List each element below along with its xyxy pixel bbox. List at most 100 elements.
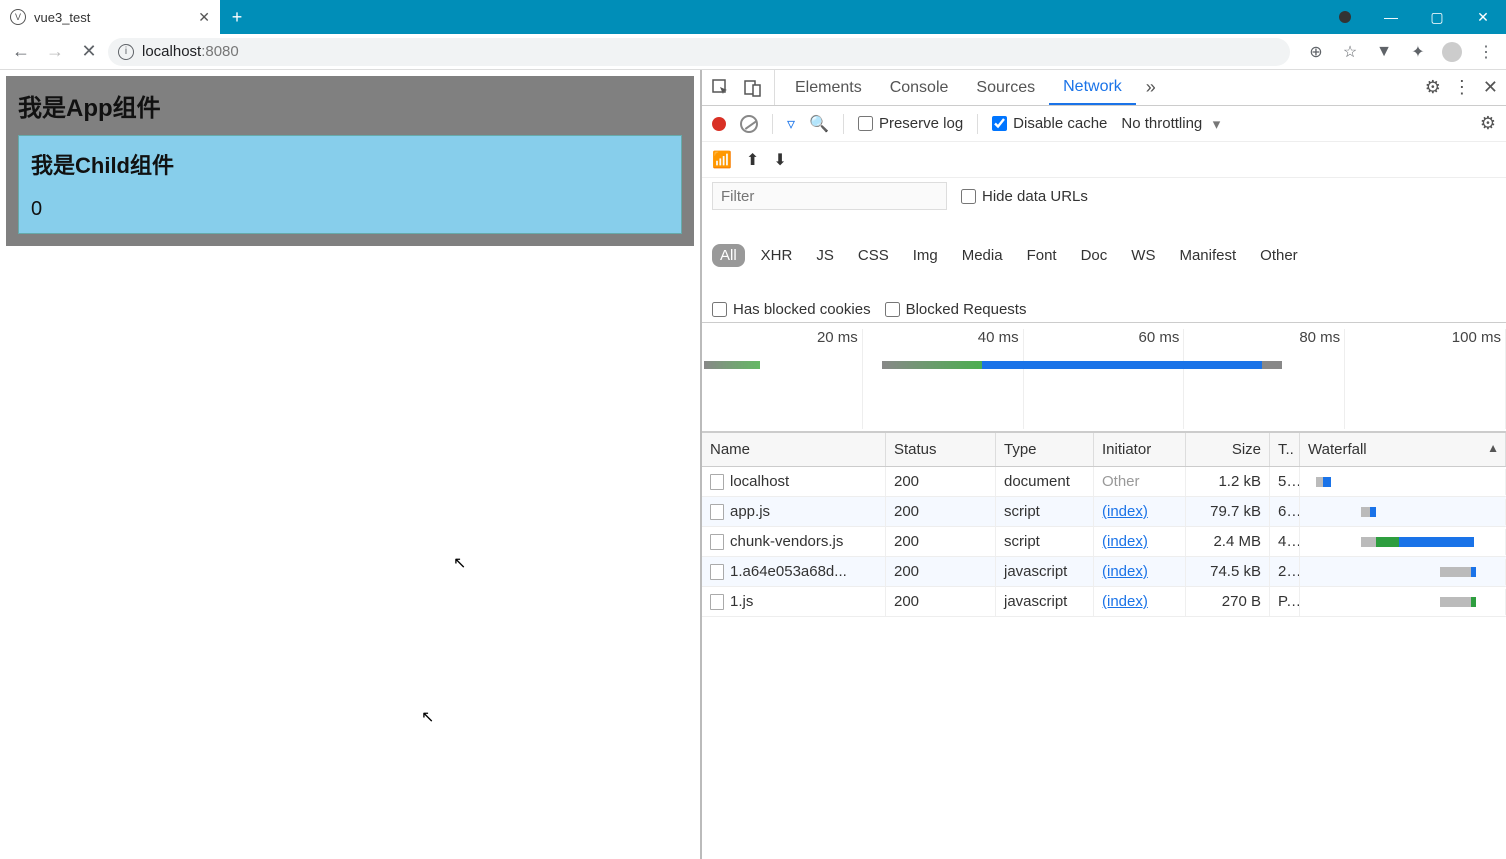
profile-icon[interactable] — [1438, 38, 1466, 66]
table-row[interactable]: 1.js200javascript(index)270 BP... — [702, 587, 1506, 617]
app-heading: 我是App组件 — [18, 88, 682, 123]
close-window-button[interactable]: ✕ — [1460, 0, 1506, 34]
col-time[interactable]: T.. — [1270, 433, 1300, 466]
minimize-button[interactable]: — — [1368, 0, 1414, 34]
table-header: Name Status Type Initiator Size T.. Wate… — [702, 432, 1506, 467]
account-dot-icon[interactable] — [1322, 0, 1368, 34]
tab-elements[interactable]: Elements — [781, 70, 876, 105]
timeline-segment — [704, 361, 760, 369]
filter-ws[interactable]: WS — [1123, 244, 1163, 267]
filter-manifest[interactable]: Manifest — [1171, 244, 1244, 267]
network-table: Name Status Type Initiator Size T.. Wate… — [702, 432, 1506, 859]
cell-status: 200 — [886, 557, 996, 586]
window-titlebar: V vue3_test ✕ + — ▢ ✕ — [0, 0, 1506, 34]
clear-button[interactable] — [740, 115, 758, 133]
forward-button[interactable]: → — [40, 37, 70, 67]
file-icon — [710, 594, 724, 610]
cell-time: 2... — [1270, 557, 1300, 586]
device-toolbar-icon[interactable] — [742, 77, 764, 99]
file-icon — [710, 504, 724, 520]
maximize-button[interactable]: ▢ — [1414, 0, 1460, 34]
timeline-tick: 40 ms — [863, 329, 1024, 429]
col-name[interactable]: Name — [702, 433, 886, 466]
throttling-select[interactable]: No throttling — [1121, 115, 1220, 132]
network-conditions-icon[interactable]: 📶 — [712, 150, 732, 170]
sort-asc-icon: ▲ — [1487, 441, 1499, 455]
close-devtools-icon[interactable]: ✕ — [1483, 77, 1498, 98]
cell-type: script — [996, 527, 1094, 556]
more-tabs-icon[interactable]: » — [1136, 70, 1166, 105]
zoom-icon[interactable]: ⊕ — [1302, 38, 1330, 66]
window-controls: — ▢ ✕ — [1322, 0, 1506, 34]
cell-name: chunk-vendors.js — [702, 527, 886, 556]
timeline-tick: 20 ms — [702, 329, 863, 429]
table-row[interactable]: 1.a64e053a68d...200javascript(index)74.5… — [702, 557, 1506, 587]
record-button[interactable] — [712, 117, 726, 131]
cell-type: script — [996, 497, 1094, 526]
col-initiator[interactable]: Initiator — [1094, 433, 1186, 466]
filter-css[interactable]: CSS — [850, 244, 897, 267]
disable-cache-checkbox[interactable]: Disable cache — [992, 115, 1107, 132]
filter-js[interactable]: JS — [808, 244, 842, 267]
col-type[interactable]: Type — [996, 433, 1094, 466]
cell-initiator[interactable]: (index) — [1094, 557, 1186, 586]
page-viewport: 我是App组件 我是Child组件 0 — [0, 70, 700, 859]
blocked-cookies-checkbox[interactable]: Has blocked cookies — [712, 301, 871, 318]
network-settings-icon[interactable]: ⚙ — [1480, 113, 1496, 134]
filter-img[interactable]: Img — [905, 244, 946, 267]
blocked-requests-checkbox[interactable]: Blocked Requests — [885, 301, 1027, 318]
counter-value: 0 — [31, 198, 669, 221]
back-button[interactable]: ← — [6, 37, 36, 67]
filter-doc[interactable]: Doc — [1073, 244, 1116, 267]
tab-console[interactable]: Console — [876, 70, 963, 105]
search-icon[interactable]: 🔍 — [809, 114, 829, 134]
col-status[interactable]: Status — [886, 433, 996, 466]
cell-size: 1.2 kB — [1186, 467, 1270, 496]
close-tab-icon[interactable]: ✕ — [198, 9, 210, 26]
filter-input[interactable] — [712, 182, 947, 210]
network-toolbar-2: 📶 ⬆ ⬇ — [702, 142, 1506, 178]
export-har-icon[interactable]: ⬇ — [773, 150, 786, 170]
stop-reload-button[interactable]: ✕ — [74, 37, 104, 67]
table-row[interactable]: localhost200documentOther1.2 kB5... — [702, 467, 1506, 497]
filter-xhr[interactable]: XHR — [753, 244, 801, 267]
table-row[interactable]: chunk-vendors.js200script(index)2.4 MB4.… — [702, 527, 1506, 557]
new-tab-button[interactable]: + — [220, 0, 254, 34]
cell-status: 200 — [886, 587, 996, 616]
timeline-overview[interactable]: 20 ms40 ms60 ms80 ms100 ms — [702, 322, 1506, 432]
vue-extension-icon[interactable]: ▼ — [1370, 38, 1398, 66]
cell-status: 200 — [886, 527, 996, 556]
divider — [772, 114, 773, 134]
cell-name: 1.js — [702, 587, 886, 616]
site-info-icon[interactable]: i — [118, 44, 134, 60]
tab-sources[interactable]: Sources — [962, 70, 1049, 105]
menu-icon[interactable]: ⋮ — [1472, 38, 1500, 66]
browser-tab[interactable]: V vue3_test ✕ — [0, 0, 220, 34]
bookmark-icon[interactable]: ☆ — [1336, 38, 1364, 66]
tab-network[interactable]: Network — [1049, 70, 1136, 105]
extensions-icon[interactable]: ✦ — [1404, 38, 1432, 66]
col-size[interactable]: Size — [1186, 433, 1270, 466]
cell-size: 270 B — [1186, 587, 1270, 616]
inspect-element-icon[interactable] — [710, 77, 732, 99]
cell-waterfall — [1300, 589, 1506, 615]
filter-toggle-icon[interactable]: ▿ — [787, 114, 795, 134]
settings-icon[interactable]: ⚙ — [1425, 77, 1441, 98]
filter-all[interactable]: All — [712, 244, 745, 267]
cell-initiator[interactable]: (index) — [1094, 587, 1186, 616]
col-waterfall[interactable]: Waterfall▲ — [1300, 433, 1506, 466]
filter-font[interactable]: Font — [1019, 244, 1065, 267]
cell-size: 2.4 MB — [1186, 527, 1270, 556]
devtools-menu-icon[interactable]: ⋮ — [1453, 77, 1471, 98]
cell-size: 74.5 kB — [1186, 557, 1270, 586]
import-har-icon[interactable]: ⬆ — [746, 150, 759, 170]
cell-initiator[interactable]: (index) — [1094, 527, 1186, 556]
url-field[interactable]: i localhost:8080 — [108, 38, 1290, 66]
filter-other[interactable]: Other — [1252, 244, 1306, 267]
table-row[interactable]: app.js200script(index)79.7 kB6... — [702, 497, 1506, 527]
filter-media[interactable]: Media — [954, 244, 1011, 267]
cell-time: 4... — [1270, 527, 1300, 556]
cell-initiator[interactable]: (index) — [1094, 497, 1186, 526]
preserve-log-checkbox[interactable]: Preserve log — [858, 115, 963, 132]
hide-data-urls-checkbox[interactable]: Hide data URLs — [961, 188, 1088, 205]
